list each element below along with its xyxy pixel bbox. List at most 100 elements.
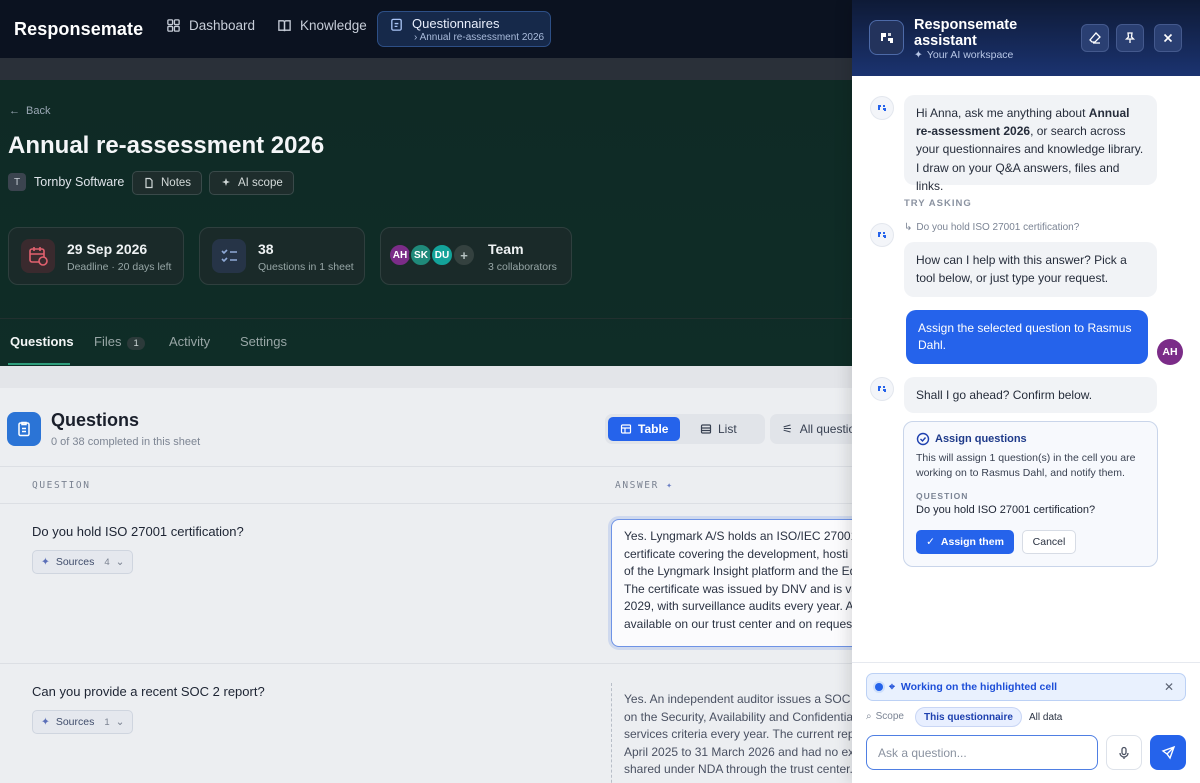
eraser-icon bbox=[1089, 32, 1101, 44]
company-info: T Tornby Software bbox=[8, 173, 124, 191]
user-avatar: AH bbox=[1157, 339, 1183, 365]
deadline-card: 29 Sep 2026 Deadline · 20 days left bbox=[8, 227, 184, 285]
sources-label: Sources bbox=[55, 716, 95, 728]
tab-files[interactable]: Files 1 bbox=[94, 334, 145, 350]
ai-scope-button[interactable]: AI scope bbox=[209, 171, 294, 195]
cell-target-icon: ⌖ bbox=[889, 680, 895, 693]
suggested-question[interactable]: ↳ Do you hold ISO 27001 certification? bbox=[904, 222, 1079, 233]
assistant-confirm-message: Shall I go ahead? Confirm below. bbox=[904, 377, 1157, 413]
answer-line: certificate covering the development, ho… bbox=[624, 546, 849, 561]
sources-count: 1 bbox=[104, 716, 110, 728]
filter-icon: ⚟ bbox=[782, 422, 793, 436]
deadline-sub: Deadline · 20 days left bbox=[67, 261, 172, 273]
confirm-title: Assign questions bbox=[935, 433, 1027, 445]
answer-line: Yes. Lyngmark A/S holds an ISO/IEC 27001… bbox=[624, 529, 861, 543]
sparkle-icon bbox=[222, 178, 230, 186]
checklist-icon bbox=[212, 239, 246, 273]
nav-dashboard[interactable]: Dashboard bbox=[166, 18, 255, 33]
check-circle-icon bbox=[916, 432, 930, 446]
view-table-label: Table bbox=[638, 422, 669, 436]
assistant-avatar-icon bbox=[870, 96, 894, 120]
assign-them-button[interactable]: ✓ Assign them bbox=[916, 530, 1014, 554]
answer-line: available on our trust center and on req… bbox=[624, 616, 853, 631]
answer-line: April 2025 to 31 March 2026 and had no e… bbox=[624, 744, 861, 759]
deadline-value: 29 Sep 2026 bbox=[67, 241, 148, 257]
notes-button[interactable]: Notes bbox=[132, 171, 203, 195]
question-count-sub: Questions in 1 sheet bbox=[258, 261, 354, 273]
answer-line: on the Security, Availability and Confid… bbox=[624, 709, 854, 724]
confirm-question-text: Do you hold ISO 27001 certification? bbox=[916, 504, 1096, 516]
company-logo: T bbox=[8, 173, 26, 191]
questions-progress: 0 of 38 completed in this sheet bbox=[51, 436, 201, 448]
cancel-button[interactable]: Cancel bbox=[1022, 530, 1076, 554]
table-icon bbox=[620, 424, 632, 434]
answer-line: Yes. An independent auditor issues a SOC… bbox=[624, 692, 861, 706]
tab-bar: Questions Files 1 Activity Settings bbox=[0, 318, 852, 366]
column-header-answer-label: ANSWER bbox=[615, 480, 659, 491]
add-member-icon[interactable]: + bbox=[452, 243, 476, 267]
answer-line: 2029, with surveillance audits every yea… bbox=[624, 599, 854, 614]
reply-icon: ↳ bbox=[904, 222, 913, 233]
nav-knowledge-label: Knowledge bbox=[300, 18, 367, 33]
row-divider bbox=[0, 663, 852, 664]
table-header bbox=[0, 466, 852, 504]
close-panel-button[interactable] bbox=[1154, 24, 1182, 52]
sparkle-icon: ✦ bbox=[41, 556, 50, 568]
working-context-banner: ⌖ Working on the highlighted cell bbox=[866, 673, 1186, 701]
notes-label: Notes bbox=[161, 177, 192, 189]
assistant-avatar-icon bbox=[870, 223, 894, 247]
assistant-avatar-icon bbox=[870, 377, 894, 401]
tab-settings[interactable]: Settings bbox=[240, 334, 287, 349]
brand-logo[interactable]: Responsemate bbox=[14, 19, 143, 40]
column-header-answer: ANSWER ✦ bbox=[615, 480, 674, 491]
sources-button[interactable]: ✦ Sources 4 ⌄ bbox=[32, 550, 134, 574]
question-text[interactable]: Can you provide a recent SOC 2 report? bbox=[32, 684, 265, 699]
questions-title: Questions bbox=[51, 410, 140, 430]
team-sub: 3 collaborators bbox=[488, 261, 557, 273]
scope-this-questionnaire[interactable]: This questionnaire bbox=[915, 707, 1022, 727]
question-text[interactable]: Do you hold ISO 27001 certification? bbox=[32, 524, 244, 539]
assistant-help-message: How can I help with this answer? Pick a … bbox=[904, 242, 1157, 297]
answer-line: of the Lyngmark Insight platform and the… bbox=[624, 564, 857, 579]
ask-input[interactable]: Ask a question... bbox=[866, 735, 1098, 770]
answer-cell-highlighted[interactable]: Yes. Lyngmark A/S holds an ISO/IEC 27001… bbox=[611, 519, 871, 647]
ask-input-placeholder: Ask a question... bbox=[878, 745, 967, 760]
answer-line: services criteria every year. The curren… bbox=[624, 727, 862, 742]
nav-questionnaires[interactable]: Questionnaires › Annual re-assessment 20… bbox=[377, 11, 551, 47]
clear-chat-button[interactable] bbox=[1081, 24, 1109, 52]
team-card[interactable]: AH SK DU + Team 3 collaborators bbox=[380, 227, 572, 285]
tab-activity[interactable]: Activity bbox=[169, 334, 210, 349]
tab-questions[interactable]: Questions bbox=[10, 334, 74, 349]
assistant-header: Responsemate assistant ✦ Your AI workspa… bbox=[852, 0, 1200, 76]
scope-all-data[interactable]: All data bbox=[1021, 707, 1070, 727]
page-title: Annual re-assessment 2026 bbox=[8, 132, 325, 159]
ai-scope-label: AI scope bbox=[238, 177, 283, 189]
send-button[interactable] bbox=[1150, 735, 1186, 770]
files-count-badge: 1 bbox=[127, 337, 145, 350]
microphone-button[interactable] bbox=[1106, 735, 1142, 770]
confirm-description: This will assign 1 question(s) in the ce… bbox=[916, 452, 1136, 480]
scope-label-text: Scope bbox=[875, 711, 904, 722]
nav-knowledge[interactable]: Knowledge bbox=[277, 18, 367, 33]
nav-questionnaires-label: Questionnaires bbox=[412, 16, 500, 31]
book-icon bbox=[278, 20, 291, 32]
clipboard-edit-icon bbox=[391, 18, 402, 31]
assistant-subtitle: ✦ Your AI workspace bbox=[914, 49, 1013, 61]
section-band bbox=[0, 366, 852, 388]
team-value: Team bbox=[488, 241, 524, 257]
sources-label: Sources bbox=[55, 556, 95, 568]
close-icon[interactable]: ✕ bbox=[1164, 680, 1174, 694]
confirm-question-label: QUESTION bbox=[916, 491, 969, 501]
back-link[interactable]: ← Back bbox=[9, 105, 50, 117]
pin-button[interactable] bbox=[1116, 24, 1144, 52]
view-list-button[interactable]: List bbox=[688, 417, 749, 441]
assistant-logo-icon bbox=[869, 20, 904, 55]
sources-button[interactable]: ✦ Sources 1 ⌄ bbox=[32, 710, 134, 734]
scope-label: ⌕ Scope bbox=[866, 711, 904, 722]
question-filter-select[interactable]: ⚟ All questions bbox=[770, 414, 860, 444]
status-dot bbox=[875, 683, 883, 691]
working-label: Working on the highlighted cell bbox=[900, 681, 1058, 693]
question-count-card: 38 Questions in 1 sheet bbox=[199, 227, 365, 285]
answer-cell[interactable]: Yes. An independent auditor issues a SOC… bbox=[611, 683, 871, 783]
view-table-button[interactable]: Table bbox=[608, 417, 681, 441]
